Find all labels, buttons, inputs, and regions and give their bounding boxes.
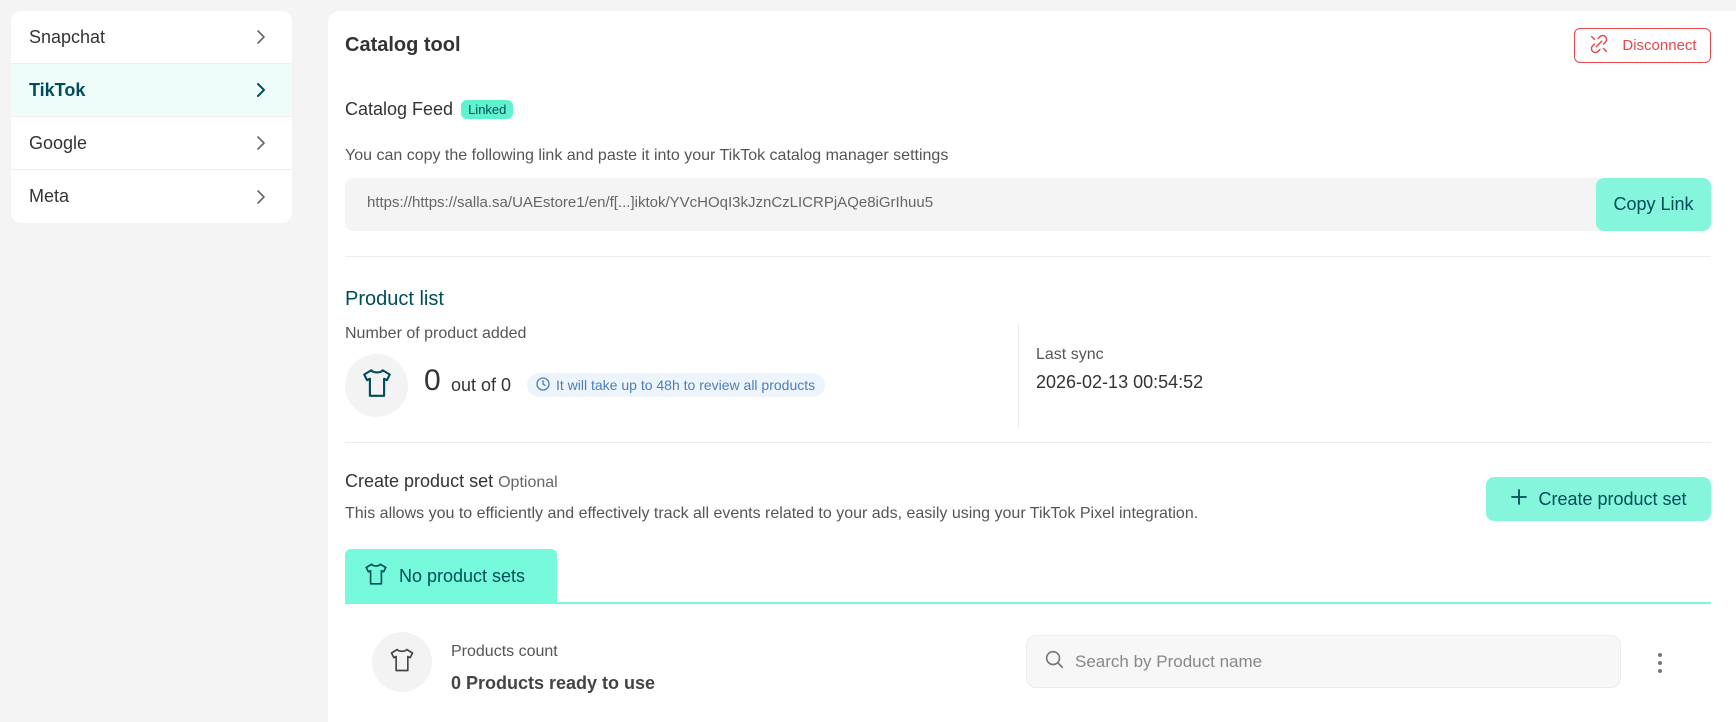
feed-link-field: https://https://salla.sa/UAEstore1/en/f[… [345, 178, 1711, 231]
sidebar-item-google[interactable]: Google [11, 117, 292, 170]
main-panel: Catalog tool Disconnect Catalog Feed Lin… [328, 11, 1736, 722]
page-title: Catalog tool [345, 34, 461, 56]
disconnect-label: Disconnect [1622, 37, 1697, 54]
tab-underline [345, 602, 1711, 604]
create-product-set-label: Create product set [1538, 488, 1687, 509]
chevron-right-icon [254, 30, 268, 44]
search-icon [1043, 648, 1065, 675]
sidebar-item-snapchat[interactable]: Snapchat [11, 11, 292, 64]
sidebar-item-label: TikTok [29, 79, 86, 100]
shirt-icon [388, 646, 416, 679]
feed-link-text[interactable]: https://https://salla.sa/UAEstore1/en/f[… [367, 194, 933, 211]
product-set-description: This allows you to efficiently and effec… [345, 505, 1199, 522]
sidebar-item-meta[interactable]: Meta [11, 170, 292, 223]
product-avatar [345, 354, 408, 417]
catalog-feed-title: Catalog Feed [345, 99, 454, 119]
sidebar-item-label: Google [29, 132, 88, 153]
divider [345, 256, 1711, 257]
products-count-label: Products count [451, 643, 558, 660]
search-box [1026, 635, 1621, 688]
chevron-right-icon [254, 189, 268, 204]
products-count-value: 0 Products ready to use [451, 673, 656, 693]
search-input[interactable] [1075, 651, 1595, 672]
review-note: It will take up to 48h to review all pro… [527, 373, 826, 397]
last-sync-value: 2026-02-13 00:54:52 [1036, 372, 1204, 392]
tab-no-product-sets[interactable]: No product sets [345, 549, 557, 603]
tab-label: No product sets [399, 565, 526, 586]
shirt-icon [360, 366, 394, 405]
clock-icon [535, 376, 551, 395]
optional-label: Optional [498, 474, 558, 491]
product-list-subtitle: Number of product added [345, 325, 527, 342]
chevron-right-icon [254, 136, 268, 150]
review-note-text: It will take up to 48h to review all pro… [556, 377, 816, 393]
more-options-icon[interactable] [1650, 651, 1670, 675]
product-count-total: out of 0 [451, 375, 512, 395]
divider [345, 442, 1711, 443]
product-set-title: Create product set Optional [345, 471, 558, 492]
sidebar-item-label: Meta [29, 186, 70, 206]
sidebar: Snapchat TikTok Google Meta [11, 11, 292, 223]
chevron-right-icon [254, 83, 268, 97]
vertical-divider [1018, 324, 1019, 427]
sidebar-item-label: Snapchat [29, 26, 106, 47]
product-list-title: Product list [345, 288, 444, 310]
products-avatar [372, 632, 432, 692]
plus-icon [1510, 488, 1528, 511]
product-count: 0 [424, 364, 441, 397]
catalog-feed-description: You can copy the following link and past… [345, 147, 949, 164]
catalog-feed-heading: Catalog Feed Linked [345, 99, 514, 120]
product-set-title-text: Create product set [345, 471, 494, 491]
unlink-icon [1588, 33, 1610, 59]
sidebar-item-tiktok[interactable]: TikTok [11, 64, 292, 117]
create-product-set-button[interactable]: Create product set [1486, 477, 1711, 521]
copy-link-button[interactable]: Copy Link [1596, 178, 1711, 231]
last-sync-label: Last sync [1036, 346, 1104, 363]
disconnect-button[interactable]: Disconnect [1574, 28, 1711, 63]
status-badge: Linked [461, 100, 514, 119]
shirt-icon [363, 561, 389, 592]
